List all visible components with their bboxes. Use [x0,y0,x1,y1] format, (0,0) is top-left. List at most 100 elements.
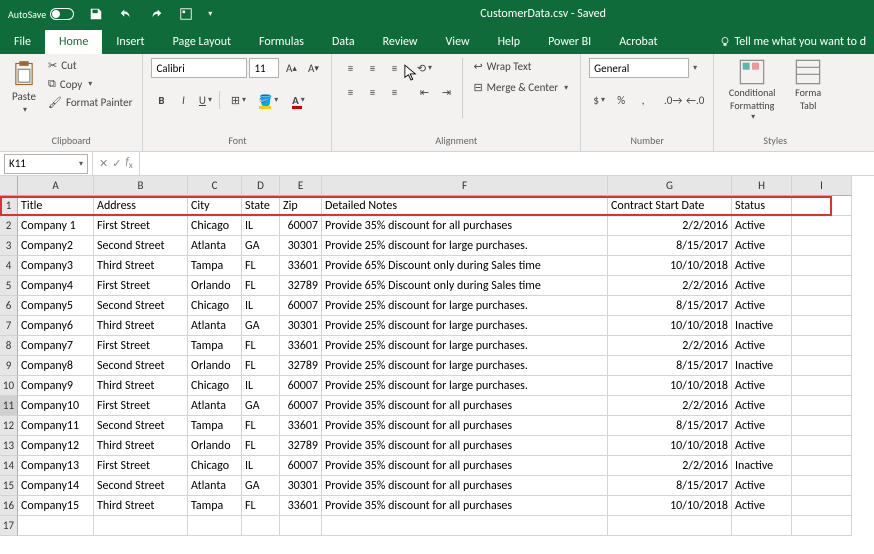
tab-help[interactable]: Help [484,30,535,54]
cell[interactable]: 32789 [280,276,322,296]
cell[interactable]: Title [18,196,94,216]
cell[interactable]: 8/15/2017 [608,416,732,436]
cell[interactable]: 10/10/2018 [608,256,732,276]
cell[interactable]: Active [732,336,792,356]
qat-icon[interactable] [176,4,196,24]
cancel-formula-icon[interactable]: ✕ [99,157,108,170]
cell[interactable]: Second Street [94,296,188,316]
cell[interactable]: Company4 [18,276,94,296]
cell[interactable]: 10/10/2018 [608,436,732,456]
cell[interactable] [732,516,792,536]
cell[interactable]: Status [732,196,792,216]
cell[interactable]: Company8 [18,356,94,376]
tab-file[interactable]: File [0,30,45,54]
cut-button[interactable]: ✂Cut [46,58,134,73]
cell[interactable]: GA [242,476,280,496]
cell[interactable]: Provide 35% discount for all purchases [322,416,608,436]
row-head-11[interactable]: 11 [0,396,18,416]
cell[interactable]: Inactive [732,356,792,376]
number-format-select[interactable] [589,58,689,78]
align-bottom-icon[interactable]: ≡ [384,58,404,78]
col-head-H[interactable]: H [732,176,792,196]
cell[interactable]: 10/10/2018 [608,376,732,396]
col-head-G[interactable]: G [608,176,732,196]
cell[interactable]: GA [242,396,280,416]
cell[interactable] [792,516,852,536]
tab-insert[interactable]: Insert [102,30,158,54]
col-head-E[interactable]: E [280,176,322,196]
increase-decimal-icon[interactable]: .0→ [663,90,683,110]
cell[interactable]: Provide 25% discount for large purchases… [322,236,608,256]
cell[interactable]: Provide 25% discount for large purchases… [322,296,608,316]
col-head-D[interactable]: D [242,176,280,196]
cell[interactable]: GA [242,236,280,256]
cell[interactable]: 60007 [280,456,322,476]
cell[interactable]: 2/2/2016 [608,336,732,356]
cell[interactable]: Provide 35% discount for all purchases [322,496,608,516]
col-head-B[interactable]: B [94,176,188,196]
cell[interactable]: 60007 [280,376,322,396]
decrease-decimal-icon[interactable]: ←.0 [685,90,705,110]
row-head-14[interactable]: 14 [0,456,18,476]
cell[interactable]: Zip [280,196,322,216]
cell[interactable] [94,516,188,536]
cell[interactable]: Active [732,216,792,236]
cell[interactable]: Second Street [94,476,188,496]
cell[interactable]: Provide 25% discount for large purchases… [322,376,608,396]
cell[interactable]: Company9 [18,376,94,396]
row-head-16[interactable]: 16 [0,496,18,516]
fx-icon[interactable]: fx [125,155,132,171]
tab-page-layout[interactable]: Page Layout [159,30,245,54]
fill-color-button[interactable]: 🪣▾ [254,90,282,110]
cell[interactable]: 33601 [280,336,322,356]
cell[interactable]: 2/2/2016 [608,276,732,296]
cell[interactable]: Active [732,296,792,316]
cell[interactable]: Company14 [18,476,94,496]
cell[interactable]: 10/10/2018 [608,316,732,336]
tab-formulas[interactable]: Formulas [245,30,318,54]
cell[interactable]: First Street [94,396,188,416]
cell[interactable]: Inactive [732,456,792,476]
cells-area[interactable]: TitleAddressCityStateZipDetailed NotesCo… [18,196,874,536]
cell[interactable]: 2/2/2016 [608,216,732,236]
cell[interactable]: FL [242,356,280,376]
cell[interactable]: 33601 [280,256,322,276]
cell[interactable]: 8/15/2017 [608,296,732,316]
cell[interactable]: 30301 [280,316,322,336]
cell[interactable]: Active [732,416,792,436]
tab-home[interactable]: Home [45,30,102,54]
cell[interactable]: Active [732,396,792,416]
cell[interactable]: Active [732,256,792,276]
cell[interactable]: First Street [94,336,188,356]
cell[interactable]: Chicago [188,296,242,316]
cell[interactable] [792,216,852,236]
row-head-9[interactable]: 9 [0,356,18,376]
italic-button[interactable]: I [173,90,193,110]
cell[interactable]: Chicago [188,456,242,476]
cell[interactable] [792,296,852,316]
name-box[interactable]: K11 ▾ [4,154,88,174]
cell[interactable]: Provide 25% discount for large purchases… [322,316,608,336]
tab-power-bi[interactable]: Power BI [534,30,605,54]
cell[interactable]: Chicago [188,216,242,236]
cell[interactable]: Third Street [94,376,188,396]
select-all-corner[interactable] [0,176,18,196]
row-head-15[interactable]: 15 [0,476,18,496]
cell[interactable]: Orlando [188,356,242,376]
tab-acrobat[interactable]: Acrobat [605,30,671,54]
cell[interactable]: Orlando [188,276,242,296]
tab-data[interactable]: Data [318,30,369,54]
copy-button[interactable]: ⧉Copy▾ [46,76,134,92]
cell[interactable] [18,516,94,536]
cell[interactable]: Tampa [188,336,242,356]
align-top-icon[interactable]: ≡ [340,58,360,78]
cell[interactable]: FL [242,256,280,276]
cell[interactable] [792,416,852,436]
percent-format-icon[interactable]: % [611,90,631,110]
tab-view[interactable]: View [432,30,484,54]
cell[interactable]: Provide 35% discount for all purchases [322,216,608,236]
accounting-format-icon[interactable]: $▾ [589,90,609,110]
autosave-switch[interactable] [50,8,74,20]
paste-button[interactable]: Paste ▾ [8,58,40,117]
cell[interactable]: 60007 [280,216,322,236]
